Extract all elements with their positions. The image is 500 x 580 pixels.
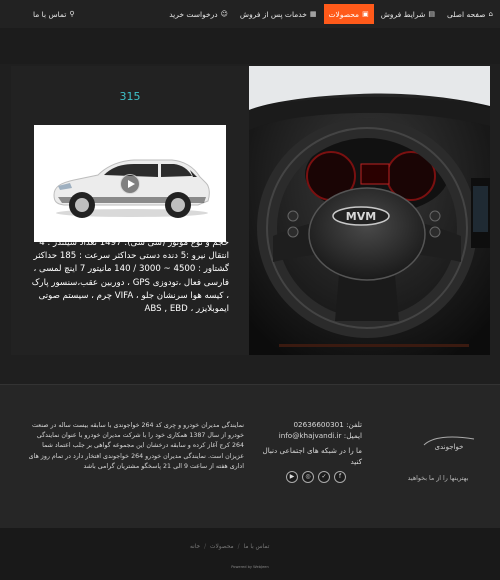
- nav-label: درخواست خرید: [169, 9, 218, 19]
- top-nav: ⌂ صفحه اصلی ▤ شرایط فروش ▣ محصولات ▦ خدم…: [0, 0, 500, 28]
- nav-label: محصولات: [328, 9, 360, 19]
- facebook-icon[interactable]: f: [334, 471, 346, 483]
- nav-label: خدمات پس از فروش: [239, 9, 307, 19]
- crumb-home[interactable]: خانه: [190, 544, 200, 550]
- about-text: نمایندگی مدیران خودرو و چری کد 264 خواجو…: [28, 422, 244, 470]
- location-pin-icon: ⚲: [69, 9, 75, 18]
- crumb-contact[interactable]: تماس با ما: [244, 544, 270, 550]
- product-info: 315 حجم و نوع موتور (سی سی): 1497 تعداد …: [11, 66, 249, 355]
- interior-photo: MVM: [249, 66, 490, 355]
- nav-after-sales[interactable]: ▦ خدمات پس از فروش: [235, 4, 322, 24]
- car-icon: ▣: [362, 9, 369, 18]
- social-label: ما را در شبکه های اجتماعی دنبال کنید: [262, 446, 362, 466]
- email-text: ایمیل: info@khajvandi.ir: [278, 430, 362, 440]
- nav-products[interactable]: ▣ محصولات: [323, 4, 374, 24]
- steering-badge: MVM: [346, 210, 376, 223]
- steering-wheel-image: MVM: [249, 66, 490, 355]
- grid-icon: ▦: [309, 9, 317, 18]
- contact-info: تلفن: 02636600301 ایمیل: info@khajvandi.…: [262, 420, 362, 467]
- product-specs: حجم و نوع موتور (سی سی): 1497 تعداد سیلن…: [31, 238, 229, 315]
- instagram-icon[interactable]: ◎: [302, 471, 314, 483]
- logo-text: خواجوندی: [435, 443, 464, 451]
- nav-sales-terms[interactable]: ▤ شرایط فروش: [376, 4, 440, 24]
- play-icon[interactable]: [120, 174, 140, 194]
- document-icon: ▤: [428, 9, 435, 18]
- nav-contact[interactable]: ⚲ تماس با ما: [28, 4, 79, 24]
- crumb-products[interactable]: محصولات: [210, 544, 234, 550]
- nav-label: شرایط فروش: [380, 9, 426, 19]
- user-icon: ☺: [220, 9, 228, 18]
- bottom-bar: تماس با ما / محصولات / خانه Powered by W…: [0, 528, 500, 580]
- logo-image: خواجوندی: [423, 436, 475, 451]
- crumb-separator: /: [237, 544, 240, 550]
- nav-label: صفحه اصلی: [446, 9, 486, 19]
- breadcrumb: تماس با ما / محصولات / خانه: [190, 544, 269, 550]
- nav-label: تماس با ما: [33, 9, 67, 19]
- nav-purchase-request[interactable]: ☺ درخواست خرید: [164, 4, 233, 24]
- phone-text: تلفن: 02636600301: [293, 420, 362, 429]
- product-panel: 315 حجم و نوع موتور (سی سی): 1497 تعداد …: [11, 66, 490, 355]
- crumb-separator: /: [204, 544, 207, 550]
- product-count: 315: [119, 90, 141, 103]
- social-links: ▶ ◎ ✓ f: [286, 471, 346, 483]
- footer: نمایندگی مدیران خودرو و چری کد 264 خواجو…: [0, 384, 500, 528]
- header-band: [0, 28, 500, 64]
- product-video[interactable]: [34, 125, 226, 242]
- footer-logo[interactable]: خواجوندی: [420, 433, 478, 451]
- footer-tagline: بهترینها را از ما بخواهید: [407, 475, 469, 482]
- powered-by[interactable]: Powered by WebJeen: [0, 565, 500, 569]
- youtube-icon[interactable]: ▶: [286, 471, 298, 483]
- nav-home[interactable]: ⌂ صفحه اصلی: [442, 4, 498, 24]
- twitter-icon[interactable]: ✓: [318, 471, 330, 483]
- home-icon: ⌂: [488, 9, 493, 18]
